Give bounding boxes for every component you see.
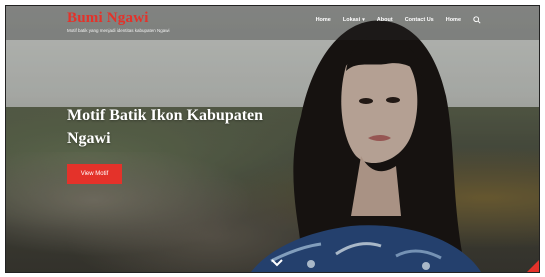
chevron-down-icon[interactable] bbox=[271, 258, 283, 268]
browser-viewport: Bumi Ngawi Motif batik yang menjadi iden… bbox=[5, 5, 540, 273]
site-brand[interactable]: Bumi Ngawi bbox=[67, 10, 149, 27]
nav-item-home-secondary[interactable]: Home bbox=[446, 17, 461, 23]
site-tagline: Motif batik yang menjadi identitas kabup… bbox=[67, 28, 170, 33]
main-nav: Home Lokasi ▾ About Contact Us Home bbox=[316, 16, 481, 24]
view-motif-button[interactable]: View Motif bbox=[67, 164, 122, 184]
nav-item-lokasi[interactable]: Lokasi ▾ bbox=[343, 17, 365, 23]
top-navbar: Bumi Ngawi Motif batik yang menjadi iden… bbox=[6, 6, 539, 40]
nav-item-about[interactable]: About bbox=[377, 17, 393, 23]
chevron-down-icon: ▾ bbox=[362, 17, 365, 23]
nav-item-home[interactable]: Home bbox=[316, 17, 331, 23]
hero-headline: Motif Batik Ikon Kabupaten Ngawi bbox=[67, 107, 264, 147]
search-icon[interactable] bbox=[473, 16, 481, 24]
nav-item-contact-us[interactable]: Contact Us bbox=[405, 17, 434, 23]
